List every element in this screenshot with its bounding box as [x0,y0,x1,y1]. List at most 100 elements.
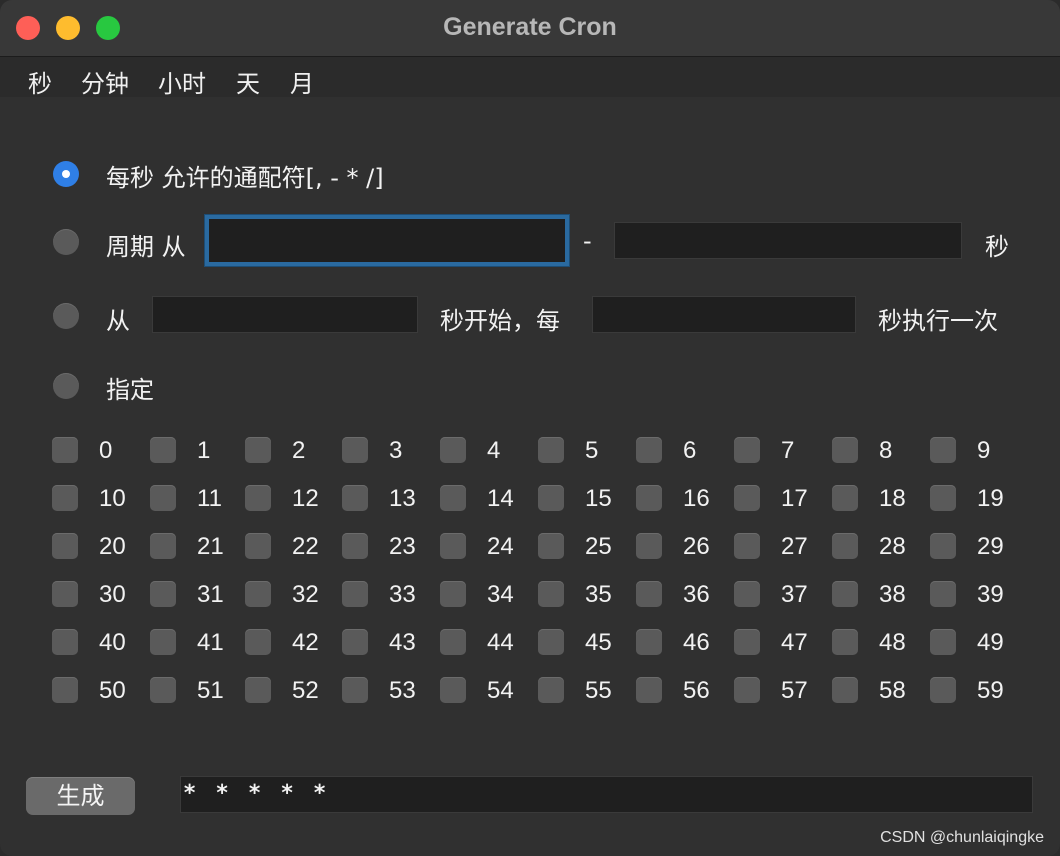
second-checkbox-label: 39 [977,581,1004,608]
second-checkbox-label: 21 [197,533,224,560]
second-checkbox[interactable] [150,677,176,703]
tab-hour[interactable]: 小时 [158,64,206,99]
second-checkbox-label: 49 [977,629,1004,656]
radio-period[interactable] [53,229,79,255]
second-checkbox-label: 15 [585,485,612,512]
second-checkbox[interactable] [245,485,271,511]
second-checkbox[interactable] [734,629,760,655]
second-checkbox[interactable] [636,677,662,703]
radio-specify[interactable] [53,373,79,399]
start-mid-label: 秒开始，每 [440,307,560,335]
second-checkbox[interactable] [440,437,466,463]
generate-button[interactable]: 生成 [26,777,135,815]
second-checkbox[interactable] [636,485,662,511]
second-checkbox[interactable] [930,437,956,463]
second-checkbox-label: 58 [879,677,906,704]
second-checkbox[interactable] [150,533,176,559]
second-checkbox[interactable] [150,437,176,463]
second-checkbox[interactable] [342,581,368,607]
cron-output-field[interactable]: * * * * * [180,776,1033,813]
period-from-label: 周期 从 [106,233,186,261]
second-checkbox[interactable] [52,629,78,655]
second-checkbox[interactable] [52,533,78,559]
radio-interval[interactable] [53,303,79,329]
second-checkbox[interactable] [636,437,662,463]
second-checkbox[interactable] [636,581,662,607]
second-checkbox[interactable] [440,533,466,559]
second-checkbox[interactable] [832,533,858,559]
second-checkbox[interactable] [52,581,78,607]
tab-day[interactable]: 天 [236,64,260,99]
second-checkbox[interactable] [150,629,176,655]
second-checkbox-label: 24 [487,533,514,560]
second-checkbox[interactable] [930,629,956,655]
second-checkbox-label: 25 [585,533,612,560]
second-checkbox[interactable] [832,581,858,607]
tab-minute[interactable]: 分钟 [81,64,129,99]
second-checkbox[interactable] [734,533,760,559]
period-end-input[interactable] [614,222,962,259]
second-checkbox-label: 12 [292,485,319,512]
second-checkbox-label: 47 [781,629,808,656]
second-checkbox[interactable] [636,533,662,559]
interval-input[interactable] [592,296,856,333]
second-checkbox[interactable] [245,581,271,607]
start-end-label: 秒执行一次 [878,307,998,335]
second-checkbox[interactable] [832,677,858,703]
second-checkbox[interactable] [734,485,760,511]
second-checkbox[interactable] [245,437,271,463]
second-checkbox-label: 28 [879,533,906,560]
second-checkbox-label: 14 [487,485,514,512]
second-checkbox[interactable] [930,581,956,607]
second-checkbox[interactable] [832,485,858,511]
second-checkbox-label: 7 [781,437,795,464]
second-checkbox[interactable] [245,533,271,559]
second-checkbox[interactable] [342,677,368,703]
second-checkbox-label: 50 [99,677,126,704]
second-checkbox-label: 40 [99,629,126,656]
second-checkbox[interactable] [832,629,858,655]
second-checkbox[interactable] [832,437,858,463]
second-checkbox[interactable] [52,485,78,511]
second-checkbox-label: 56 [683,677,710,704]
second-checkbox[interactable] [538,629,564,655]
period-start-input[interactable] [205,215,569,266]
second-checkbox[interactable] [636,629,662,655]
second-checkbox[interactable] [440,677,466,703]
second-checkbox[interactable] [930,677,956,703]
second-checkbox[interactable] [734,581,760,607]
second-checkbox[interactable] [342,485,368,511]
unit-tabs: 秒 分钟 小时 天 月 [0,57,1060,99]
second-checkbox[interactable] [150,485,176,511]
second-checkbox[interactable] [52,677,78,703]
second-checkbox[interactable] [150,581,176,607]
second-checkbox[interactable] [930,485,956,511]
every-second-label: 每秒 允许的通配符[, - * /] [106,164,384,192]
second-checkbox[interactable] [245,677,271,703]
second-checkbox[interactable] [538,533,564,559]
period-dash-label: - [583,227,592,255]
second-checkbox[interactable] [342,533,368,559]
radio-every-second[interactable] [53,161,79,187]
tab-month[interactable]: 月 [290,64,314,99]
tab-second[interactable]: 秒 [28,64,52,99]
second-checkbox[interactable] [930,533,956,559]
second-checkbox-label: 5 [585,437,599,464]
second-checkbox[interactable] [734,677,760,703]
second-checkbox[interactable] [538,677,564,703]
second-checkbox[interactable] [538,581,564,607]
start-at-input[interactable] [152,296,418,333]
second-checkbox-label: 1 [197,437,211,464]
second-checkbox[interactable] [342,437,368,463]
second-checkbox[interactable] [440,629,466,655]
second-checkbox[interactable] [342,629,368,655]
second-checkbox-label: 2 [292,437,306,464]
second-checkbox[interactable] [245,629,271,655]
second-checkbox[interactable] [538,485,564,511]
second-checkbox[interactable] [734,437,760,463]
second-checkbox[interactable] [52,437,78,463]
second-checkbox[interactable] [440,581,466,607]
second-checkbox[interactable] [440,485,466,511]
second-checkbox[interactable] [538,437,564,463]
window-title: Generate Cron [443,13,617,41]
